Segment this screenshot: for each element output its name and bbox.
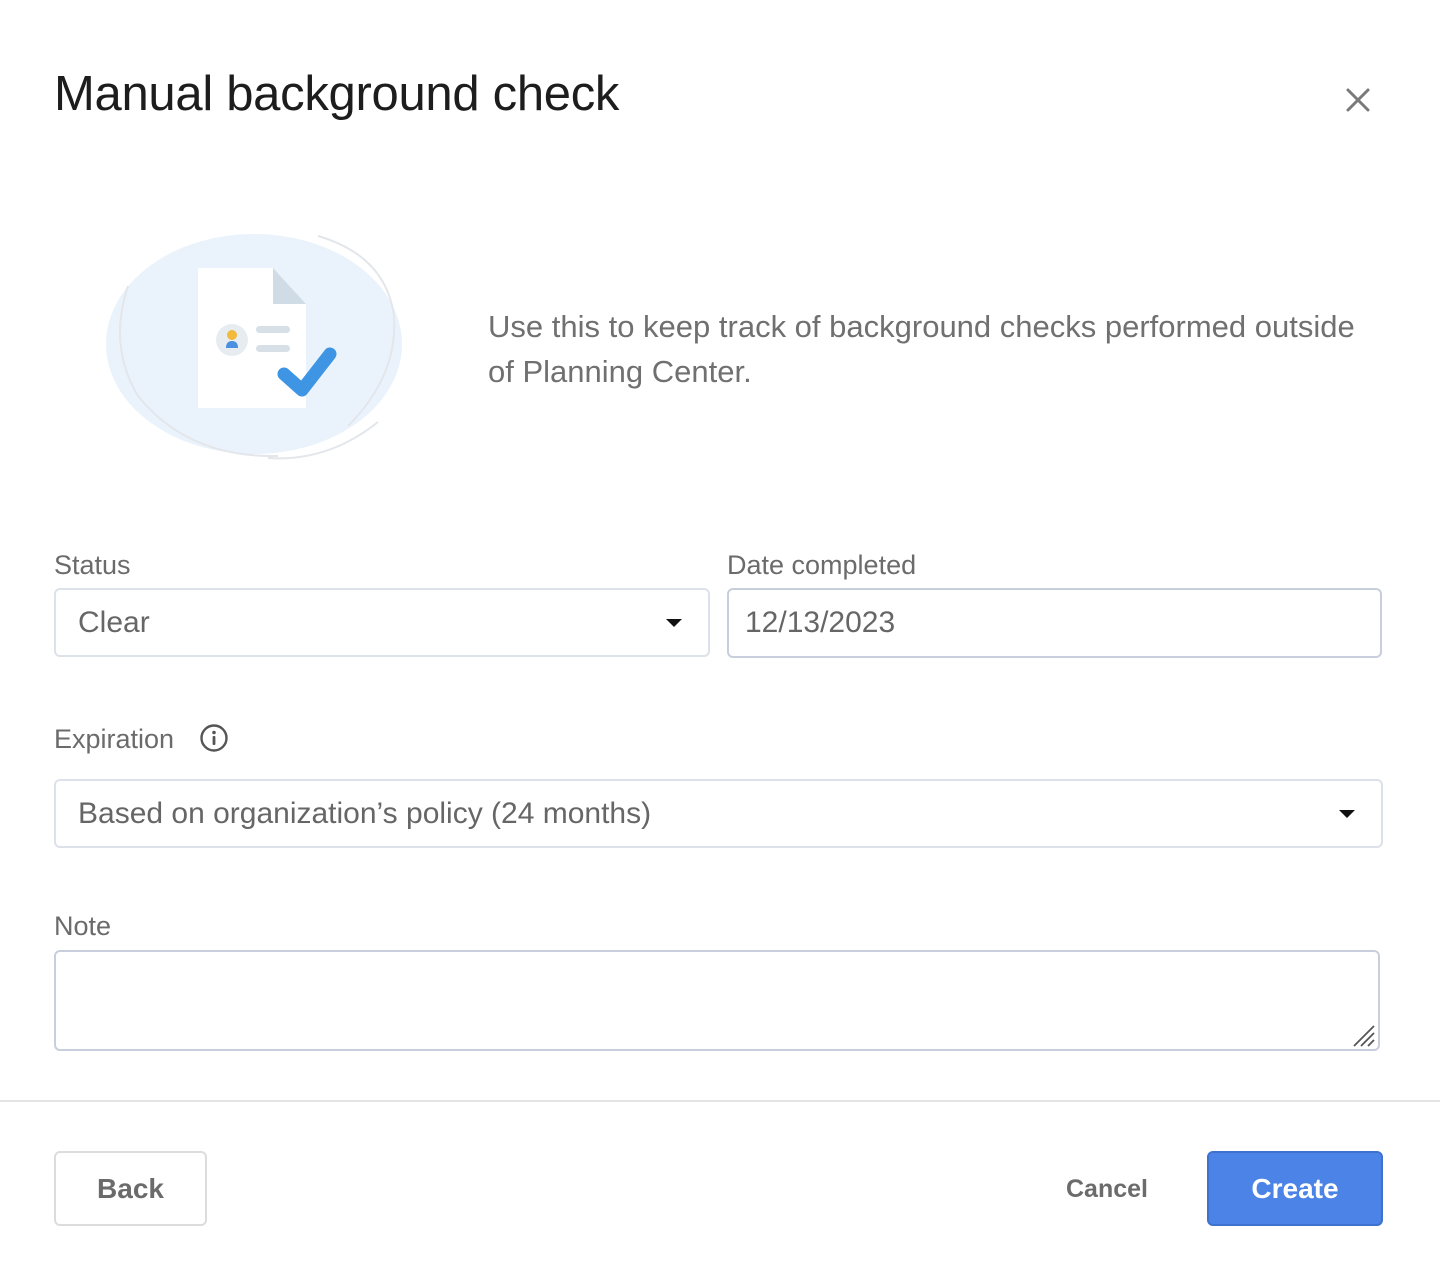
expiration-select-value: Based on organization’s policy (24 month… xyxy=(78,796,652,830)
close-icon xyxy=(1346,88,1370,112)
cancel-button[interactable]: Cancel xyxy=(1046,1160,1168,1218)
manual-background-check-dialog: Manual background check Use this to keep… xyxy=(0,0,1440,1268)
close-button[interactable] xyxy=(1336,78,1380,122)
chevron-down-icon xyxy=(1339,809,1355,818)
info-icon[interactable] xyxy=(199,723,229,753)
resize-handle-icon[interactable] xyxy=(1350,1022,1376,1048)
create-button[interactable]: Create xyxy=(1207,1151,1383,1226)
intro-text: Use this to keep track of background che… xyxy=(488,309,1355,389)
status-select-value: Clear xyxy=(78,605,150,639)
status-label: Status xyxy=(54,550,131,580)
status-select[interactable]: Clear xyxy=(54,588,710,657)
expiration-label: Expiration xyxy=(54,724,175,754)
footer-divider xyxy=(0,1100,1440,1102)
expiration-select[interactable]: Based on organization’s policy (24 month… xyxy=(54,779,1383,848)
date-completed-label: Date completed xyxy=(727,550,917,580)
document-check-icon xyxy=(106,234,402,460)
note-textarea[interactable] xyxy=(54,950,1380,1051)
back-button[interactable]: Back xyxy=(54,1151,207,1226)
date-completed-input[interactable] xyxy=(727,588,1382,658)
chevron-down-icon xyxy=(666,618,682,627)
note-label: Note xyxy=(54,911,112,941)
dialog-title: Manual background check xyxy=(54,67,620,121)
